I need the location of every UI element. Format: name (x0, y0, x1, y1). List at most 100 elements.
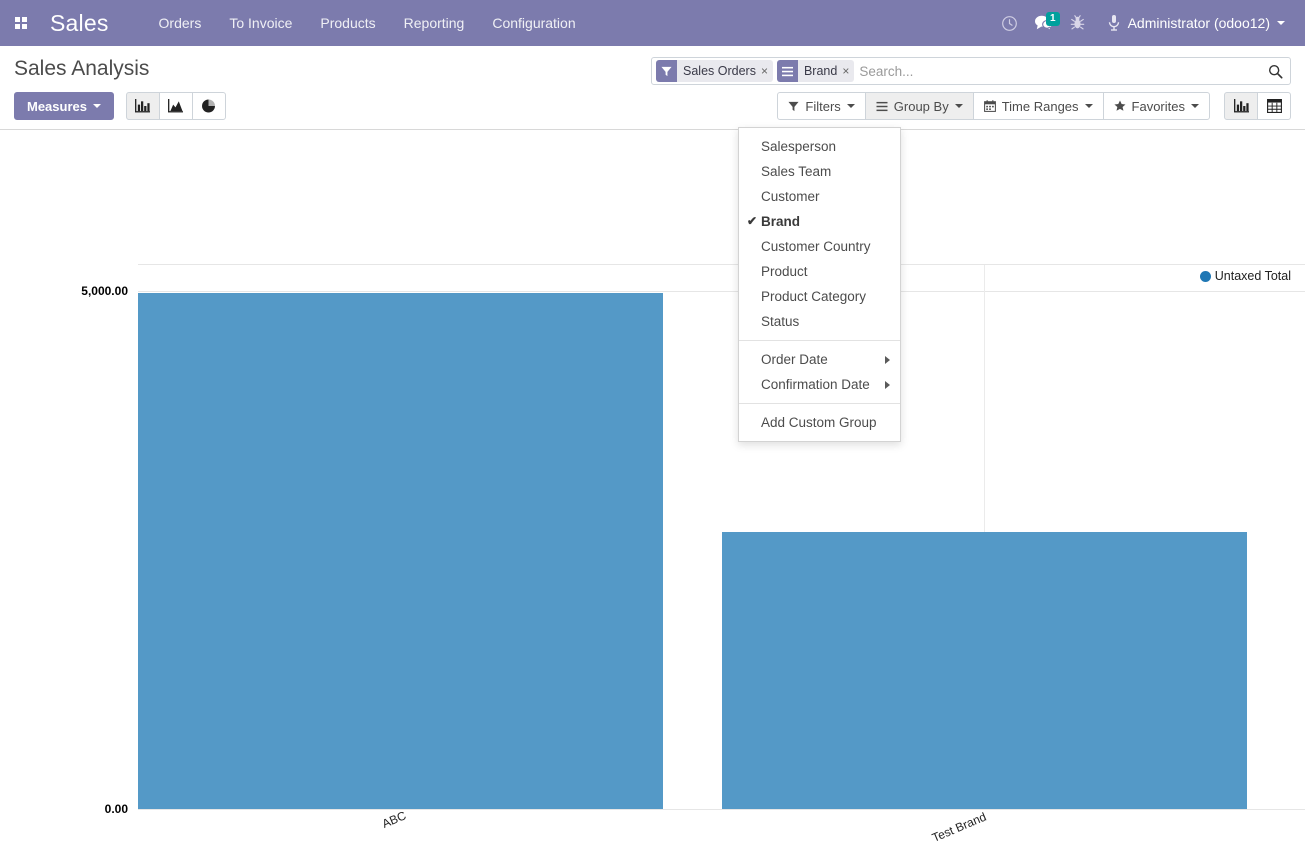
legend-color-swatch (1199, 270, 1211, 282)
filters-label: Filters (805, 98, 841, 114)
item-label: Product (761, 264, 808, 279)
measures-label: Measures (27, 98, 87, 114)
group-by-item-product-category[interactable]: Product Category (739, 284, 900, 309)
graph-toolbar: Measures (14, 92, 226, 120)
search-options: Filters Group By Time Ranges Favorites (777, 92, 1291, 120)
filters-group: Filters Group By Time Ranges Favorites (777, 92, 1210, 120)
star-icon (1113, 100, 1126, 111)
facet-label: Brand (803, 64, 838, 78)
item-label: Status (761, 314, 800, 329)
filter-funnel-icon (788, 101, 799, 111)
item-label: Confirmation Date (761, 377, 870, 392)
chevron-right-icon (885, 381, 890, 389)
group-by-button[interactable]: Group By (864, 92, 974, 120)
add-custom-group-item[interactable]: Add Custom Group (739, 410, 900, 435)
item-label: Customer (761, 189, 820, 204)
user-avatar-icon (1108, 15, 1119, 31)
menu-item-products[interactable]: Products (306, 9, 389, 37)
measures-button[interactable]: Measures (14, 92, 114, 120)
gridline-5000 (138, 291, 1305, 292)
line-chart-icon (168, 99, 184, 113)
chevron-down-icon (1084, 104, 1093, 108)
page-title: Sales Analysis (14, 57, 150, 80)
menu-divider (739, 340, 900, 341)
x-tick-label-test-brand: Test Brand (930, 809, 989, 845)
chevron-down-icon (1191, 104, 1199, 108)
clock-icon (1002, 15, 1017, 31)
chevron-right-icon (885, 356, 890, 364)
item-label: Salesperson (761, 139, 837, 154)
pivot-view-button[interactable] (1257, 92, 1291, 120)
group-by-bars-icon (876, 101, 888, 111)
messages-button[interactable]: 1 (1029, 8, 1060, 38)
bar-test-brand[interactable] (722, 532, 1247, 809)
graph-view-button[interactable] (1224, 92, 1258, 120)
group-by-item-confirmation-date[interactable]: Confirmation Date (739, 372, 900, 397)
graph-view-icon (1233, 99, 1249, 113)
search-input[interactable] (856, 59, 1263, 83)
search-view[interactable]: Sales Orders × Brand × (651, 57, 1291, 85)
menu-item-orders[interactable]: Orders (145, 9, 216, 37)
group-by-bars-icon (776, 60, 798, 82)
group-by-item-customer-country[interactable]: Customer Country (739, 234, 900, 259)
group-by-item-brand[interactable]: ✔ Brand (739, 209, 900, 234)
chart-plot-area: 5,000.00 0.00 ABC Test Brand (0, 130, 1305, 845)
user-name-label: Administrator (odoo12) (1127, 15, 1270, 31)
facet-remove-button[interactable]: × (761, 65, 768, 77)
main-menu: Orders To Invoice Products Reporting Con… (145, 9, 590, 37)
item-label: Sales Team (761, 164, 832, 179)
item-label: Product Category (761, 289, 867, 304)
bug-icon (1070, 15, 1085, 30)
magnifier-icon[interactable] (1263, 64, 1288, 79)
menu-item-configuration[interactable]: Configuration (478, 9, 589, 37)
bar-chart-button[interactable] (125, 92, 160, 120)
time-ranges-button[interactable]: Time Ranges (972, 92, 1104, 120)
menu-item-reporting[interactable]: Reporting (390, 9, 479, 37)
item-label: Order Date (761, 352, 828, 367)
item-label: Brand (761, 214, 801, 229)
line-chart-button[interactable] (158, 92, 193, 120)
user-menu[interactable]: Administrator (odoo12) (1097, 10, 1291, 36)
item-label: Add Custom Group (761, 415, 877, 430)
apps-grid-icon (15, 17, 27, 29)
filters-button[interactable]: Filters (777, 92, 866, 120)
chevron-down-icon (92, 104, 101, 108)
pie-chart-button[interactable] (191, 92, 226, 120)
favorites-button[interactable]: Favorites (1102, 92, 1210, 120)
y-tick-label-max: 5,000.00 (81, 284, 128, 298)
facet-remove-button[interactable]: × (842, 65, 849, 77)
group-by-item-salesperson[interactable]: Salesperson (739, 134, 900, 159)
pie-chart-icon (202, 99, 216, 113)
x-tick-label-abc: ABC (380, 808, 409, 831)
gridline-top-border (138, 264, 1305, 265)
activity-clock-button[interactable] (995, 8, 1025, 38)
apps-menu-button[interactable] (8, 10, 34, 36)
favorites-label: Favorites (1131, 98, 1185, 114)
messages-count-badge: 1 (1046, 12, 1060, 26)
pivot-view-icon (1266, 99, 1282, 113)
group-by-item-product[interactable]: Product (739, 259, 900, 284)
bar-abc[interactable] (138, 293, 663, 809)
debug-button[interactable] (1063, 8, 1093, 38)
control-panel: Sales Analysis Sales Orders × Brand × Se… (0, 46, 1305, 130)
app-brand-sales[interactable]: Sales (50, 11, 109, 35)
filter-funnel-icon (656, 60, 677, 82)
bar-chart-icon (135, 99, 151, 113)
group-by-item-order-date[interactable]: Order Date (739, 347, 900, 372)
y-tick-label-min: 0.00 (104, 802, 128, 816)
top-navbar: Sales Orders To Invoice Products Reporti… (0, 0, 1305, 46)
group-by-item-customer[interactable]: Customer (739, 184, 900, 209)
navbar-systray: 1 Administrator (odoo12) (995, 8, 1295, 38)
check-icon: ✔ (747, 214, 758, 228)
search-facet-brand[interactable]: Brand × (776, 60, 855, 82)
search-facet-sales-orders[interactable]: Sales Orders × (656, 60, 773, 82)
calendar-icon (983, 100, 996, 112)
group-by-label: Group By (893, 98, 949, 114)
graph-view: Untaxed Total 5,000.00 0.00 ABC Test Bra… (0, 130, 1305, 845)
menu-item-to-invoice[interactable]: To Invoice (215, 9, 306, 37)
group-by-item-sales-team[interactable]: Sales Team (739, 159, 900, 184)
legend-label: Untaxed Total (1214, 269, 1291, 283)
time-ranges-label: Time Ranges (1001, 98, 1079, 114)
item-label: Customer Country (761, 239, 871, 254)
group-by-item-status[interactable]: Status (739, 309, 900, 334)
